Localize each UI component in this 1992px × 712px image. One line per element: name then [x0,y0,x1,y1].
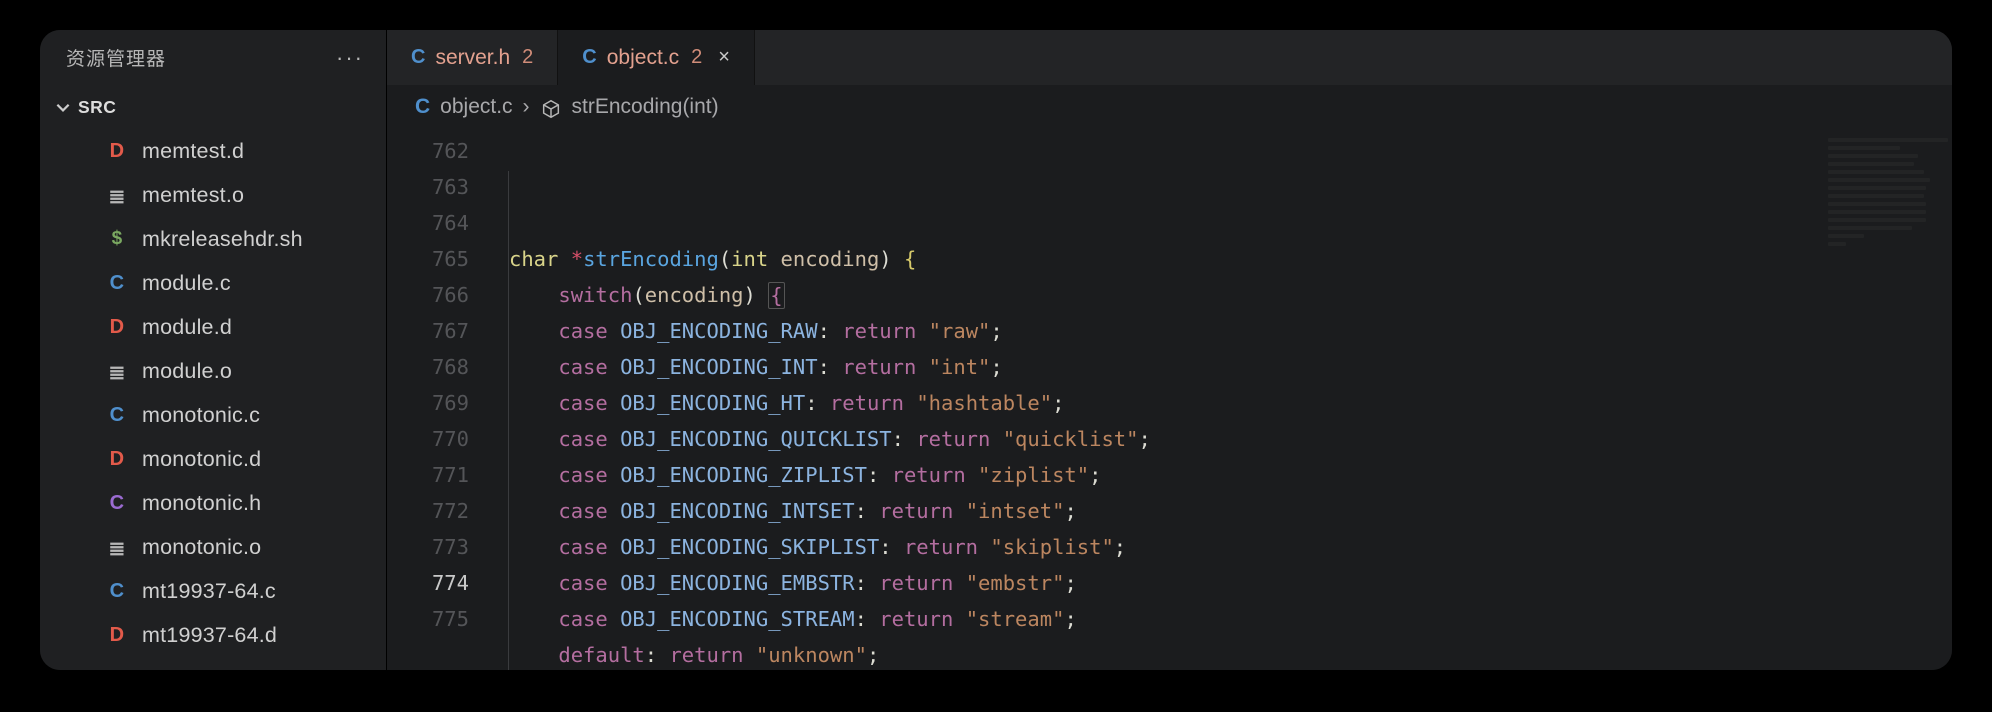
main-area: Cserver.h 2 Cobject.c 2 × C object.c › strEn… [387,30,1952,670]
file-row[interactable]: Dmt19937-64.d [40,613,386,657]
file-name: module.o [142,359,232,384]
file-row[interactable]: $ mkreleasehdr.sh [40,217,386,261]
file-type-icon: C [415,95,430,119]
code-line[interactable]: case OBJ_ENCODING_INTSET: return "intset… [509,493,1952,529]
breadcrumb-file: object.c [440,95,512,119]
file-name: monotonic.c [142,403,260,428]
file-type-icon: C [104,404,130,427]
line-number: 768 [387,349,469,385]
tab-label: server.h [435,46,510,70]
file-type-icon: ≣ [104,360,130,385]
line-gutter: 7627637647657667677687697707717727737747… [387,129,483,670]
line-number: 766 [387,277,469,313]
file-row[interactable]: ≣ memtest.o [40,173,386,217]
editor[interactable]: 7627637647657667677687697707717727737747… [387,129,1952,670]
sidebar: 资源管理器 ··· SRC Dmemtest.d ≣ memtest.o $ mkrel… [40,30,387,670]
file-type-icon: $ [104,228,130,250]
file-name: monotonic.h [142,491,261,516]
more-icon[interactable]: ··· [336,45,364,71]
file-type-icon: C [582,46,596,69]
chevron-down-icon [54,98,72,116]
code-line[interactable]: default: return "unknown"; [509,637,1952,670]
file-name: memtest.d [142,139,244,164]
file-name: module.c [142,271,231,296]
line-number: 773 [387,529,469,565]
file-row[interactable]: Dmemtest.d [40,129,386,173]
file-name: mt19937-64.d [142,623,277,648]
tab-badge: 2 [522,46,533,69]
breadcrumb-symbol: strEncoding(int) [572,95,719,119]
code-line[interactable]: case OBJ_ENCODING_STREAM: return "stream… [509,601,1952,637]
code-line[interactable]: case OBJ_ENCODING_QUICKLIST: return "qui… [509,421,1952,457]
line-number: 775 [387,601,469,637]
file-row[interactable]: Cmt19937-64.c [40,569,386,613]
code-line[interactable]: case OBJ_ENCODING_HT: return "hashtable"… [509,385,1952,421]
sidebar-header: 资源管理器 ··· [40,30,386,85]
file-name: module.d [142,315,232,340]
tab[interactable]: Cserver.h 2 [387,30,558,85]
file-name: mt19937-64.c [142,579,276,604]
code-line[interactable]: char *strEncoding(int encoding) { [509,241,1952,277]
line-number: 763 [387,169,469,205]
code-line[interactable]: case OBJ_ENCODING_INT: return "int"; [509,349,1952,385]
file-type-icon: ≣ [104,536,130,561]
file-type-icon: D [104,316,130,339]
code-line[interactable]: case OBJ_ENCODING_ZIPLIST: return "zipli… [509,457,1952,493]
minimap[interactable] [1828,134,1948,654]
file-type-icon: D [104,448,130,471]
file-type-icon: C [104,272,130,295]
line-number: 764 [387,205,469,241]
file-type-icon: ≣ [104,184,130,209]
chevron-right-icon: › [523,95,530,119]
close-icon[interactable]: × [718,46,730,69]
file-type-icon: D [104,140,130,163]
folder-name: SRC [78,97,116,118]
file-row[interactable]: Dmonotonic.d [40,437,386,481]
line-number: 767 [387,313,469,349]
line-number: 769 [387,385,469,421]
line-number: 770 [387,421,469,457]
file-row[interactable]: ≣ module.o [40,349,386,393]
file-row[interactable]: Dmodule.d [40,305,386,349]
line-number: 771 [387,457,469,493]
file-row[interactable]: ≣ monotonic.o [40,525,386,569]
file-row[interactable]: Cmonotonic.h [40,481,386,525]
file-row[interactable]: Cmonotonic.c [40,393,386,437]
folder-row-src[interactable]: SRC [40,85,386,129]
file-type-icon: C [104,492,130,515]
file-type-icon: C [411,46,425,69]
line-number: 772 [387,493,469,529]
editor-window: 资源管理器 ··· SRC Dmemtest.d ≣ memtest.o $ mkrel… [40,30,1952,670]
line-number: 774 [387,565,469,601]
file-type-icon: D [104,624,130,647]
line-number: 762 [387,133,469,169]
tab[interactable]: Cobject.c 2 × [558,30,755,85]
file-name: monotonic.d [142,447,261,472]
code-line[interactable]: case OBJ_ENCODING_SKIPLIST: return "skip… [509,529,1952,565]
code-area[interactable]: char *strEncoding(int encoding) { switch… [483,129,1952,670]
code-line[interactable]: case OBJ_ENCODING_RAW: return "raw"; [509,313,1952,349]
tab-bar: Cserver.h 2 Cobject.c 2 × [387,30,1952,85]
file-name: monotonic.o [142,535,261,560]
code-line[interactable]: case OBJ_ENCODING_EMBSTR: return "embstr… [509,565,1952,601]
file-type-icon: C [104,580,130,603]
line-number: 765 [387,241,469,277]
file-name: mkreleasehdr.sh [142,227,303,252]
tab-badge: 2 [691,46,702,69]
breadcrumb[interactable]: C object.c › strEncoding(int) [387,85,1952,129]
file-name: memtest.o [142,183,244,208]
file-list: Dmemtest.d ≣ memtest.o $ mkreleasehdr.sh Cmod… [40,129,386,670]
symbol-method-icon [540,98,562,120]
tab-label: object.c [607,46,679,70]
file-row[interactable]: Cmodule.c [40,261,386,305]
explorer-title: 资源管理器 [66,44,166,71]
code-line[interactable]: switch(encoding) { [509,277,1952,313]
